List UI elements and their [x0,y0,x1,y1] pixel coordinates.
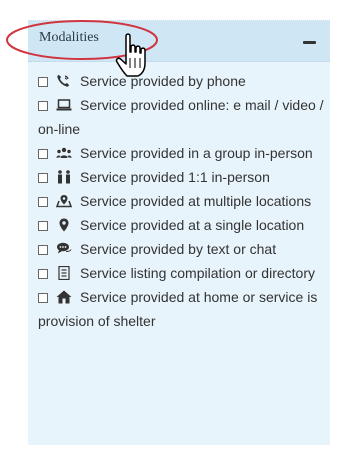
list-item[interactable]: Service provided in a group in-person [38,141,328,165]
checkbox[interactable] [38,173,48,183]
item-label: Service provided online: e mail / video … [38,97,324,137]
checkbox[interactable] [38,269,48,279]
list-item[interactable]: Service provided by phone [38,69,328,93]
list-item[interactable]: Service provided at home or service is p… [38,285,328,333]
item-label: Service provided 1:1 in-person [80,169,270,185]
map-marker-icon [56,218,72,232]
list-item[interactable]: Service provided online: e mail / video … [38,93,328,141]
panel-header[interactable]: Modalities [28,21,330,62]
checkbox[interactable] [38,197,48,207]
list-item[interactable]: Service provided at multiple locations [38,189,328,213]
modality-list: Service provided by phone Service provid… [38,69,328,333]
modalities-filter-panel: Modalities Service provided by phone Ser… [28,20,330,445]
two-persons-icon [56,170,72,184]
item-label: Service provided at home or service is p… [38,289,318,329]
checkbox[interactable] [38,293,48,303]
minus-icon [303,41,316,44]
multiple-locations-icon [56,194,72,208]
checkbox[interactable] [38,221,48,231]
list-document-icon [56,266,72,280]
laptop-icon [56,98,72,112]
item-label: Service listing compilation or directory [80,265,315,281]
list-item[interactable]: Service listing compilation or directory [38,261,328,285]
list-item[interactable]: Service provided by text or chat [38,237,328,261]
item-label: Service provided in a group in-person [80,145,313,161]
checkbox[interactable] [38,77,48,87]
panel-title: Modalities [39,30,99,45]
phone-icon [56,74,72,88]
checkbox[interactable] [38,245,48,255]
item-label: Service provided at multiple locations [80,193,312,209]
item-label: Service provided by phone [80,73,246,89]
item-label: Service provided at a single location [80,217,305,233]
item-label: Service provided by text or chat [80,241,277,257]
list-item[interactable]: Service provided at a single location [38,213,328,237]
checkbox[interactable] [38,149,48,159]
list-item[interactable]: Service provided 1:1 in-person [38,165,328,189]
page: Modalities Service provided by phone Ser… [0,0,337,456]
chat-icon [56,242,72,256]
checkbox[interactable] [38,101,48,111]
collapse-button[interactable] [302,34,318,50]
group-icon [56,146,72,160]
home-icon [56,290,72,304]
